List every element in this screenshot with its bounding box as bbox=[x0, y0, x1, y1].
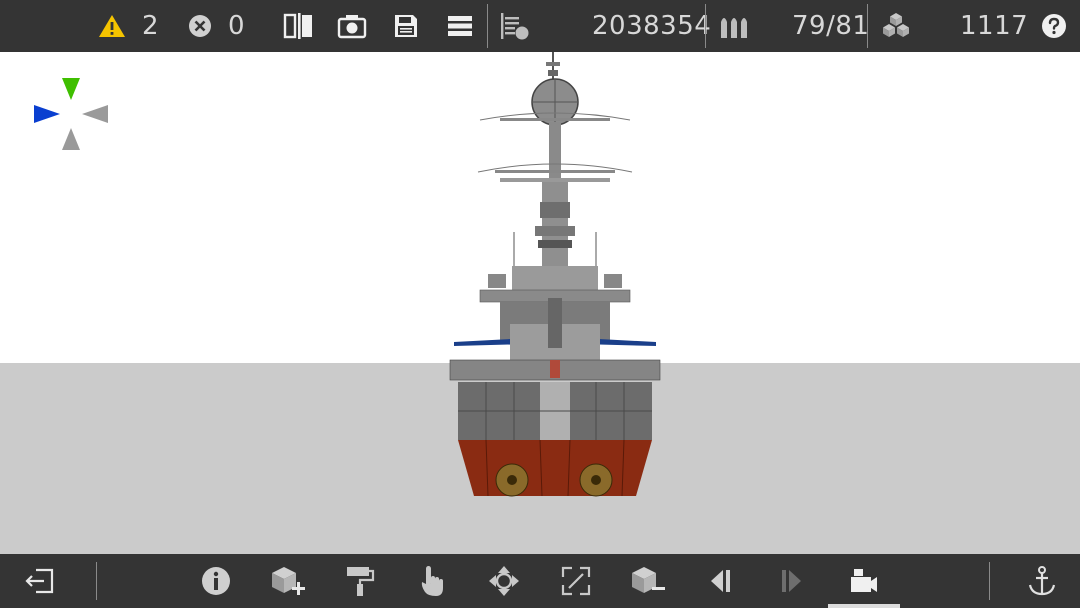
save-button[interactable] bbox=[391, 0, 421, 52]
blocks-icon bbox=[883, 13, 909, 37]
previous-icon bbox=[711, 570, 730, 592]
next-icon bbox=[782, 570, 801, 592]
remove-block-icon bbox=[632, 567, 665, 593]
axis-arrow-green bbox=[62, 78, 80, 100]
ammo-icon bbox=[721, 18, 747, 38]
toolbar-divider bbox=[487, 4, 488, 48]
errors-count: 0 bbox=[228, 11, 246, 41]
anchor-icon bbox=[1028, 566, 1056, 596]
mass-icon bbox=[501, 13, 529, 40]
toolbar-divider bbox=[989, 562, 990, 600]
previous-button[interactable] bbox=[704, 554, 736, 608]
warnings-indicator[interactable]: 2 bbox=[98, 0, 159, 52]
save-icon bbox=[395, 15, 417, 37]
ammo-value: 79/81 bbox=[792, 11, 870, 41]
toolbar-divider bbox=[867, 4, 868, 48]
blocks-value: 1117 bbox=[960, 11, 1029, 41]
axis-arrow-blue bbox=[34, 105, 60, 123]
orientation-gizmo[interactable] bbox=[32, 74, 112, 154]
camera-view-button[interactable] bbox=[846, 554, 882, 608]
add-block-icon bbox=[272, 567, 305, 595]
screenshot-button[interactable] bbox=[336, 0, 368, 52]
bottom-toolbar bbox=[0, 554, 1080, 608]
axis-arrow-gray-right bbox=[82, 105, 108, 123]
build-viewport[interactable] bbox=[0, 52, 1080, 554]
paint-button[interactable] bbox=[342, 554, 378, 608]
paint-roller-icon bbox=[347, 567, 375, 596]
exit-icon bbox=[25, 568, 54, 594]
help-button[interactable] bbox=[1040, 0, 1068, 52]
resize-button[interactable] bbox=[556, 554, 596, 608]
select-button[interactable] bbox=[414, 554, 450, 608]
hand-select-icon bbox=[421, 566, 443, 596]
mirror-icon bbox=[283, 13, 312, 39]
warning-icon bbox=[99, 15, 125, 37]
error-icon bbox=[189, 15, 211, 37]
blocks-indicator bbox=[879, 0, 913, 52]
resize-icon bbox=[561, 566, 591, 596]
mass-indicator bbox=[498, 0, 532, 52]
mass-value: 2038354 bbox=[592, 11, 712, 41]
mirror-button[interactable] bbox=[282, 0, 314, 52]
camera-icon bbox=[337, 15, 367, 39]
ammo-indicator bbox=[717, 0, 751, 52]
camera-view-icon bbox=[851, 569, 877, 592]
top-toolbar: 2 0 2038354 79/81 1117 bbox=[0, 0, 1080, 52]
menu-button[interactable] bbox=[446, 0, 474, 52]
info-icon bbox=[202, 567, 230, 595]
exit-button[interactable] bbox=[20, 554, 60, 608]
errors-indicator[interactable]: 0 bbox=[188, 0, 245, 52]
add-block-button[interactable] bbox=[268, 554, 308, 608]
move-button[interactable] bbox=[484, 554, 524, 608]
anchor-button[interactable] bbox=[1024, 554, 1060, 608]
axis-arrow-gray-bottom bbox=[62, 128, 80, 150]
remove-block-button[interactable] bbox=[628, 554, 668, 608]
ship-model[interactable] bbox=[440, 52, 670, 502]
warnings-count: 2 bbox=[142, 11, 160, 41]
toolbar-divider bbox=[705, 4, 706, 48]
help-icon bbox=[1042, 14, 1066, 38]
move-icon bbox=[489, 566, 519, 596]
active-tool-indicator bbox=[828, 604, 900, 608]
next-button[interactable] bbox=[776, 554, 808, 608]
info-button[interactable] bbox=[198, 554, 234, 608]
toolbar-divider bbox=[96, 562, 97, 600]
menu-icon bbox=[448, 16, 472, 36]
